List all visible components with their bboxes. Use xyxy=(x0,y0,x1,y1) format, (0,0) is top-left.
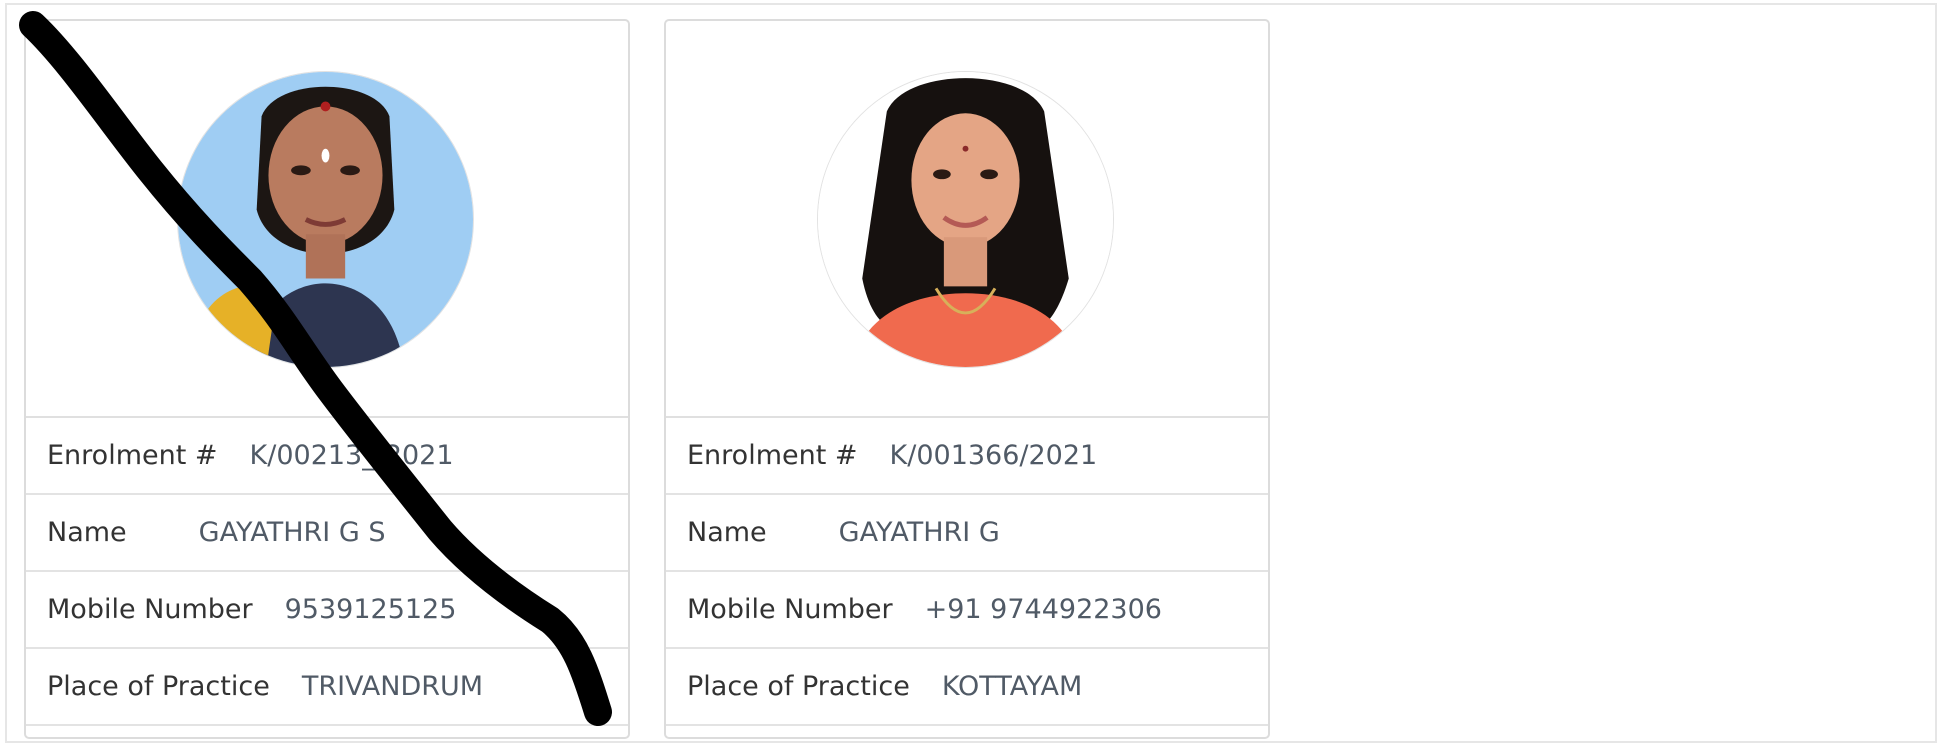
enrolment-row: Enrolment # K/001366/2021 xyxy=(666,418,1268,495)
mobile-row: Mobile Number +91 9744922306 xyxy=(666,572,1268,649)
place-label: Place of Practice xyxy=(47,671,270,702)
photo-area xyxy=(666,21,1268,418)
photo-area xyxy=(26,21,628,418)
enrolment-value: K/001366/2021 xyxy=(889,440,1098,471)
mobile-value: 9539125125 xyxy=(284,594,457,625)
profile-photo xyxy=(818,72,1113,367)
mobile-label: Mobile Number xyxy=(47,594,253,625)
name-label: Name xyxy=(47,517,127,548)
name-value: GAYATHRI G xyxy=(838,517,1000,548)
avatar xyxy=(177,71,474,368)
avatar xyxy=(817,71,1114,368)
name-row: Name GAYATHRI G xyxy=(666,495,1268,572)
member-card-1: Enrolment # K/00213_/2021 Name GAYATHRI … xyxy=(24,19,630,739)
enrolment-value: K/00213_/2021 xyxy=(249,440,454,471)
mobile-value: +91 9744922306 xyxy=(924,594,1162,625)
name-label: Name xyxy=(687,517,767,548)
place-row: Place of Practice KOTTAYAM xyxy=(666,649,1268,726)
name-row: Name GAYATHRI G S xyxy=(26,495,628,572)
enrolment-row: Enrolment # K/00213_/2021 xyxy=(26,418,628,495)
place-value: TRIVANDRUM xyxy=(301,671,484,702)
mobile-label: Mobile Number xyxy=(687,594,893,625)
place-value: KOTTAYAM xyxy=(941,671,1083,702)
member-card-2: Enrolment # K/001366/2021 Name GAYATHRI … xyxy=(664,19,1270,739)
enrolment-label: Enrolment # xyxy=(687,440,858,471)
profile-photo xyxy=(178,72,473,367)
place-label: Place of Practice xyxy=(687,671,910,702)
enrolment-label: Enrolment # xyxy=(47,440,218,471)
name-value: GAYATHRI G S xyxy=(198,517,386,548)
place-row: Place of Practice TRIVANDRUM xyxy=(26,649,628,726)
mobile-row: Mobile Number 9539125125 xyxy=(26,572,628,649)
